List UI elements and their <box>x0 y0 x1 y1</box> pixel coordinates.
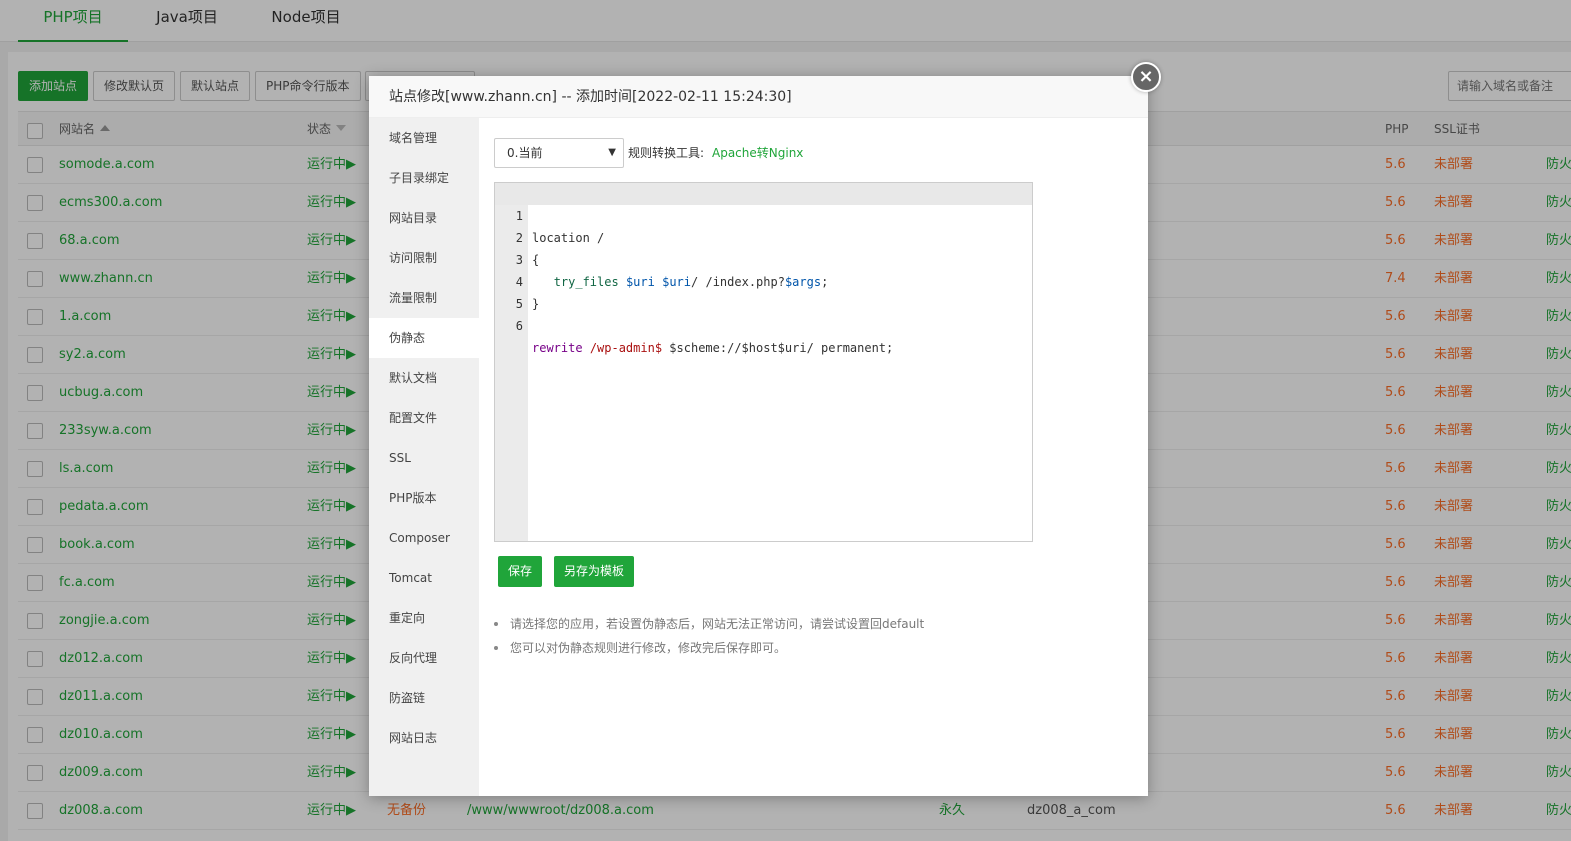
code-line: 6 rewrite /wp-admin$ $scheme://$host$uri… <box>515 319 894 355</box>
menu-item[interactable]: 防盗链 <box>369 678 479 718</box>
code-line: 3 try_files $uri $uri/ /index.php?$args; <box>515 253 829 289</box>
tip-item: 请选择您的应用，若设置伪静态后，网站无法正常访问，请尝试设置回default <box>494 612 1134 636</box>
menu-item[interactable]: 默认文档 <box>369 358 479 398</box>
code-line: 1 location / <box>495 183 1032 245</box>
rewrite-content: 0.当前 ▼ 规则转换工具: Apache转Nginx 1 location /… <box>479 118 1148 796</box>
menu-item[interactable]: SSL <box>369 438 479 478</box>
menu-item[interactable]: 网站目录 <box>369 198 479 238</box>
save-button[interactable]: 保存 <box>498 556 543 587</box>
menu-item[interactable]: 子目录绑定 <box>369 158 479 198</box>
code-line: 4 } <box>515 275 540 311</box>
code-line: 5 <box>515 297 523 311</box>
tip-item: 您可以对伪静态规则进行修改，修改完后保存即可。 <box>494 636 1134 660</box>
menu-item[interactable]: Tomcat <box>369 558 479 598</box>
site-edit-modal: 站点修改[www.zhann.cn] -- 添加时间[2022-02-11 15… <box>369 76 1148 796</box>
menu-item[interactable]: Composer <box>369 518 479 558</box>
menu-item[interactable]: 重定向 <box>369 598 479 638</box>
menu-item[interactable]: 反向代理 <box>369 638 479 678</box>
modal-title: 站点修改[www.zhann.cn] -- 添加时间[2022-02-11 15… <box>369 76 1148 118</box>
code-line: 2 { <box>515 231 540 267</box>
modal-side-menu: 域名管理 子目录绑定 网站目录 访问限制 流量限制 伪静态 默认文档 配置文件 SSL PHP版本… <box>369 118 479 796</box>
menu-item[interactable]: PHP版本 <box>369 478 479 518</box>
menu-item[interactable]: 流量限制 <box>369 278 479 318</box>
rule-tool-label: 规则转换工具: <box>628 146 705 160</box>
close-icon[interactable]: × <box>1131 62 1161 92</box>
bullet-icon <box>494 622 498 626</box>
menu-item[interactable]: 域名管理 <box>369 118 479 158</box>
menu-item[interactable]: 配置文件 <box>369 398 479 438</box>
menu-item[interactable]: 网站日志 <box>369 718 479 758</box>
rewrite-template-select[interactable]: 0.当前 ▼ <box>494 138 624 168</box>
rewrite-tips: 请选择您的应用，若设置伪静态后，网站无法正常访问，请尝试设置回default 您… <box>494 612 1134 660</box>
menu-item[interactable]: 伪静态 <box>369 318 479 358</box>
caret-down-icon: ▼ <box>608 147 616 158</box>
menu-item[interactable]: 访问限制 <box>369 238 479 278</box>
save-as-template-button[interactable]: 另存为模板 <box>554 556 635 587</box>
rewrite-code-editor[interactable]: 1 location / 2 { 3 try_files $uri $uri/ … <box>494 182 1033 542</box>
apache-to-nginx-link[interactable]: Apache转Nginx <box>712 138 803 168</box>
bullet-icon <box>494 646 498 650</box>
